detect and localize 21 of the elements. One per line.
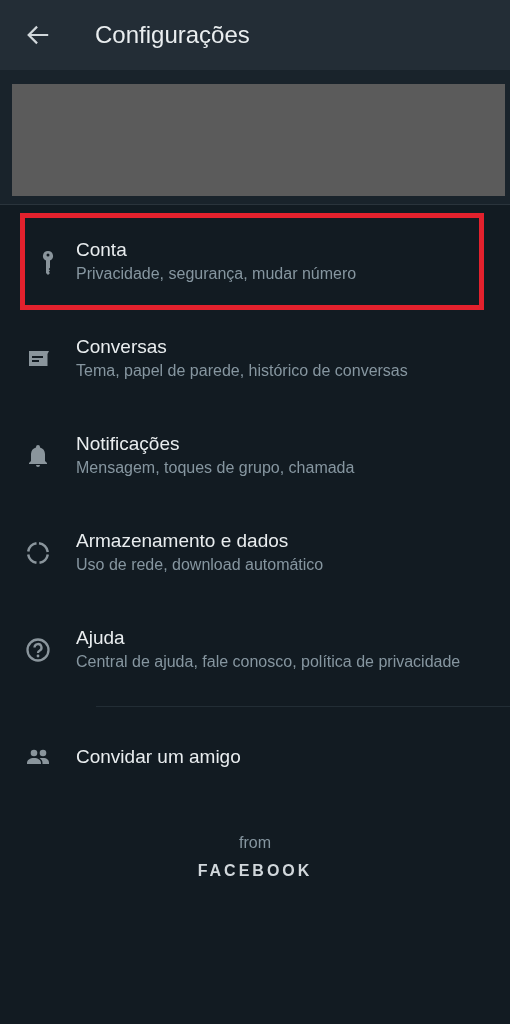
item-subtitle: Privacidade, segurança, mudar número bbox=[76, 264, 357, 285]
help-icon bbox=[24, 635, 52, 664]
item-subtitle: Mensagem, toques de grupo, chamada bbox=[76, 458, 355, 479]
invite-label: Convidar um amigo bbox=[76, 744, 241, 769]
settings-item[interactable]: Armazenamento e dados Uso de rede, download automático bbox=[0, 504, 510, 601]
item-title: Ajuda bbox=[76, 625, 126, 650]
brand-label: FACEBOOK bbox=[197, 861, 313, 881]
item-subtitle: Uso de rede, download automático bbox=[76, 555, 324, 576]
settings-item[interactable]: Ajuda Central de ajuda, fale conosco, política de privacidade bbox=[0, 601, 510, 698]
item-title: Notificações bbox=[76, 431, 181, 456]
item-subtitle: Central de ajuda, fale conosco, política de privacidade bbox=[76, 652, 461, 673]
invite-item[interactable]: Convidar um amigo bbox=[0, 707, 510, 807]
from-label: from bbox=[239, 833, 271, 853]
item-subtitle: Tema, papel de parede, histórico de conversas bbox=[76, 361, 408, 382]
settings-item[interactable]: Conta Privacidade, segurança, mudar número bbox=[20, 213, 484, 310]
item-title: Conta bbox=[76, 237, 128, 262]
item-title: Armazenamento e dados bbox=[76, 528, 290, 553]
screen-title: Configurações bbox=[95, 20, 250, 50]
item-title: Conversas bbox=[76, 334, 168, 359]
settings-item[interactable]: Conversas Tema, papel de parede, histórico de conversas bbox=[0, 310, 510, 407]
settings-item[interactable]: Notificações Mensagem, toques de grupo, chamada bbox=[0, 407, 510, 504]
